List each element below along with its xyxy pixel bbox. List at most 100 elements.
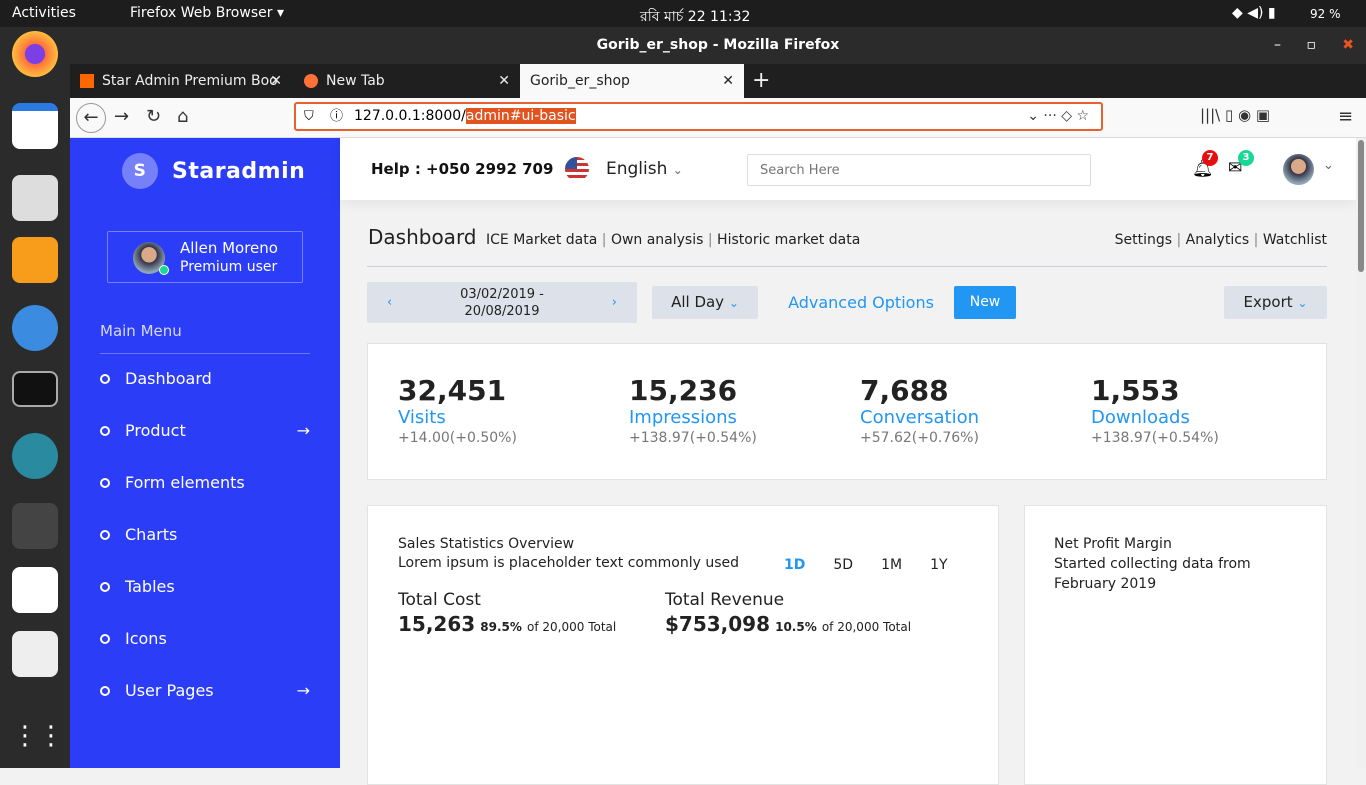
close-tab-icon[interactable]: ✕ [270, 64, 282, 98]
notifications-button[interactable]: 🔔︎ 7 [1192, 150, 1218, 179]
forward-button[interactable]: → [114, 106, 129, 127]
firefox-icon[interactable] [12, 31, 58, 77]
system-tray-icons[interactable]: ◆ ◀) ▮ [1232, 5, 1276, 21]
stat-value: 15,236 [629, 374, 738, 407]
range-tab-1d[interactable]: 1D [784, 557, 805, 573]
advanced-options-link[interactable]: Advanced Options [786, 286, 936, 319]
tab-label: Gorib_er_shop [530, 73, 630, 89]
info-icon[interactable]: ⓘ [330, 104, 343, 129]
close-window-button[interactable]: ✖ [1342, 27, 1354, 64]
link-historic-market-data[interactable]: Historic market data [717, 232, 860, 248]
language-dropdown[interactable]: English ⌄ [606, 159, 683, 179]
minimize-button[interactable]: – [1274, 27, 1281, 64]
header-avatar[interactable] [1283, 154, 1314, 185]
battery-percent: 92 % [1310, 7, 1341, 21]
range-tab-5d[interactable]: 5D [833, 557, 853, 573]
url-base: 127.0.0.1:8000/ [354, 108, 466, 124]
export-dropdown[interactable]: Export ⌄ [1224, 286, 1327, 319]
new-button[interactable]: New [954, 286, 1016, 319]
link-settings[interactable]: Settings [1115, 232, 1172, 248]
stat-label[interactable]: Visits [398, 407, 517, 428]
clock[interactable]: রবি মার্চ 22 11:32 [640, 5, 750, 29]
range-tab-1y[interactable]: 1Y [930, 557, 947, 573]
date-range-picker[interactable]: ‹ 03/02/2019 - 20/08/2019 › [367, 282, 637, 323]
profit-line-1: Started collecting data from [1054, 556, 1251, 572]
sidebar-item-label: Icons [125, 629, 167, 648]
period-dropdown[interactable]: All Day ⌄ [652, 286, 758, 319]
show-apps-icon[interactable]: ⋮⋮⋮ [12, 713, 90, 759]
maximize-button[interactable]: ▫ [1307, 27, 1317, 64]
app-menu[interactable]: Firefox Web Browser ▾ [130, 5, 284, 21]
stat-label[interactable]: Downloads [1091, 407, 1219, 428]
chevron-right-icon[interactable]: › [612, 294, 617, 311]
shield-icon[interactable]: ⛉ [304, 104, 314, 129]
stat-value: 1,553 [1091, 374, 1180, 407]
settings-app-icon[interactable] [12, 631, 58, 677]
brand-logo[interactable]: S Staradmin [122, 153, 305, 189]
sales-statistics-card: Sales Statistics Overview Lorem ipsum is… [367, 505, 999, 785]
hamburger-menu-icon[interactable]: ≡ [1338, 106, 1353, 127]
firefox-favicon-icon [304, 74, 318, 88]
tab-new-tab[interactable]: New Tab ✕ [294, 64, 520, 98]
url-selected: admin#ui-basic [465, 108, 576, 124]
sidebar-item-user-pages[interactable]: User Pages → [100, 676, 310, 706]
terminal-icon[interactable] [12, 371, 58, 407]
stat-label[interactable]: Impressions [629, 407, 757, 428]
close-tab-icon[interactable]: ✕ [498, 64, 510, 98]
back-button[interactable]: ← [76, 103, 106, 133]
mysql-workbench-icon[interactable] [12, 433, 58, 479]
sidebar-item-product[interactable]: Product → [100, 416, 310, 446]
search-input[interactable] [747, 154, 1091, 186]
close-tab-icon[interactable]: ✕ [722, 64, 734, 98]
user-profile[interactable]: Allen Moreno Premium user [107, 231, 303, 283]
favicon-icon [80, 74, 94, 88]
sidebar-item-icons[interactable]: Icons [100, 624, 310, 654]
chevron-left-icon[interactable]: ‹ [387, 294, 392, 311]
downloader-icon[interactable] [12, 305, 58, 351]
text-editor-icon[interactable] [12, 567, 58, 613]
sublime-text-icon[interactable] [12, 237, 58, 283]
library-icon[interactable]: |||\ ▯ ◉ ▣ [1200, 106, 1270, 124]
video-icon[interactable] [12, 503, 58, 549]
sidebar-item-tables[interactable]: Tables [100, 572, 310, 602]
reload-button[interactable]: ↻ [146, 106, 161, 127]
url-bar[interactable]: ⛉ ⓘ 127.0.0.1:8000/admin#ui-basic ⌄ ··· … [294, 102, 1103, 131]
page-title: Dashboard [368, 225, 477, 249]
help-phone: Help : +050 2992 709 [371, 160, 554, 178]
stats-card: 32,451 Visits +14.00(+0.50%) 15,236 Impress… [367, 343, 1327, 480]
menu-title: Main Menu [100, 322, 182, 340]
link-watchlist[interactable]: Watchlist [1263, 232, 1327, 248]
language-label: English [606, 159, 668, 179]
system-top-bar: Activities Firefox Web Browser ▾ রবি মার… [0, 0, 1366, 27]
link-ice-market-data[interactable]: ICE Market data [486, 232, 597, 248]
new-tab-button[interactable]: + [748, 64, 770, 98]
sidebar-item-label: Form elements [125, 473, 245, 492]
divider [367, 266, 1327, 267]
home-button[interactable]: ⌂ [177, 106, 188, 127]
sidebar-item-dashboard[interactable]: Dashboard [100, 364, 310, 394]
date-range-start: 03/02/2019 - [460, 287, 544, 302]
profile-chevron-down-icon[interactable]: ⌄ [1323, 158, 1334, 173]
files-icon[interactable] [12, 103, 58, 149]
page-links: ICE Market data | Own analysis | Histori… [486, 232, 861, 248]
sidebar-item-label: User Pages [125, 681, 214, 700]
messages-button[interactable]: ✉ 3 [1228, 150, 1254, 178]
tab-label: Star Admin Premium Boo [102, 73, 278, 89]
total-cost-pct: 89.5% [480, 620, 522, 634]
scrollbar-thumb[interactable] [1358, 140, 1364, 272]
period-label: All Day [671, 293, 725, 311]
link-own-analysis[interactable]: Own analysis [611, 232, 703, 248]
sidebar-item-form-elements[interactable]: Form elements [100, 468, 310, 498]
tab-gorib-er-shop[interactable]: Gorib_er_shop ✕ [520, 64, 744, 98]
tab-star-admin[interactable]: Star Admin Premium Boo ✕ [70, 64, 292, 98]
link-analytics[interactable]: Analytics [1186, 232, 1250, 248]
page-scrollbar[interactable] [1356, 138, 1366, 768]
stat-label[interactable]: Conversation [860, 407, 979, 428]
sidebar-item-label: Dashboard [125, 369, 212, 388]
sidebar-item-charts[interactable]: Charts [100, 520, 310, 550]
activities-button[interactable]: Activities [12, 5, 76, 21]
range-tab-1m[interactable]: 1M [881, 557, 902, 573]
url-actions-icons[interactable]: ⌄ ··· ◇ ☆ [1027, 104, 1089, 129]
software-icon[interactable] [12, 175, 58, 221]
divider [100, 353, 310, 354]
